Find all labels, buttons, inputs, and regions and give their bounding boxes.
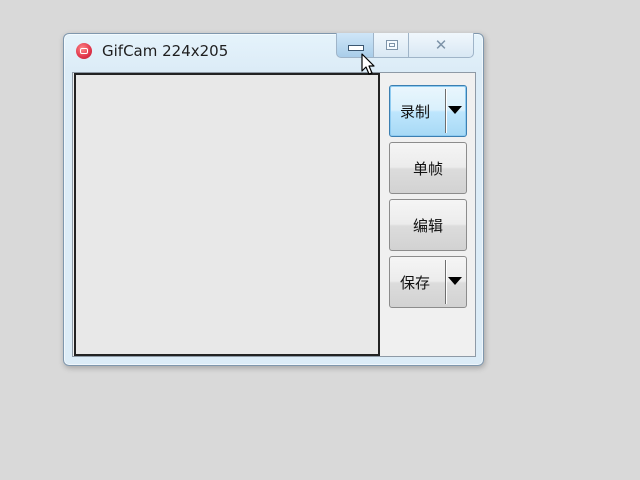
record-button-label: 录制 bbox=[400, 103, 431, 121]
record-split-divider bbox=[445, 89, 446, 133]
single-frame-button-label: 单帧 bbox=[412, 160, 443, 178]
window-title: GifCam 224x205 bbox=[102, 42, 229, 60]
capture-frame[interactable] bbox=[74, 73, 380, 356]
app-icon bbox=[76, 43, 92, 59]
edit-button-label: 编辑 bbox=[412, 217, 443, 235]
record-dropdown-arrow-icon[interactable] bbox=[448, 106, 462, 114]
record-button[interactable]: 录制 bbox=[389, 85, 467, 137]
close-icon: ✕ bbox=[434, 36, 448, 54]
close-button[interactable]: ✕ bbox=[408, 33, 474, 58]
save-button[interactable]: 保存 bbox=[389, 256, 467, 308]
maximize-button[interactable] bbox=[373, 33, 409, 58]
client-area: 录制 单帧 编辑 保存 bbox=[72, 72, 476, 357]
edit-button[interactable]: 编辑 bbox=[389, 199, 467, 251]
minimize-icon bbox=[348, 45, 364, 51]
save-split-divider bbox=[445, 260, 446, 304]
save-button-label: 保存 bbox=[400, 274, 431, 292]
save-dropdown-arrow-icon[interactable] bbox=[448, 277, 462, 285]
minimize-button[interactable] bbox=[336, 33, 374, 58]
title-bar[interactable]: GifCam 224x205 ✕ bbox=[64, 33, 483, 68]
gifcam-window: GifCam 224x205 ✕ 录制 单帧 编辑 保存 bbox=[63, 33, 484, 366]
single-frame-button[interactable]: 单帧 bbox=[389, 142, 467, 194]
caption-buttons: ✕ bbox=[336, 33, 476, 58]
maximize-icon bbox=[386, 40, 398, 50]
desktop: GifCam 224x205 ✕ 录制 单帧 编辑 保存 bbox=[0, 0, 640, 480]
